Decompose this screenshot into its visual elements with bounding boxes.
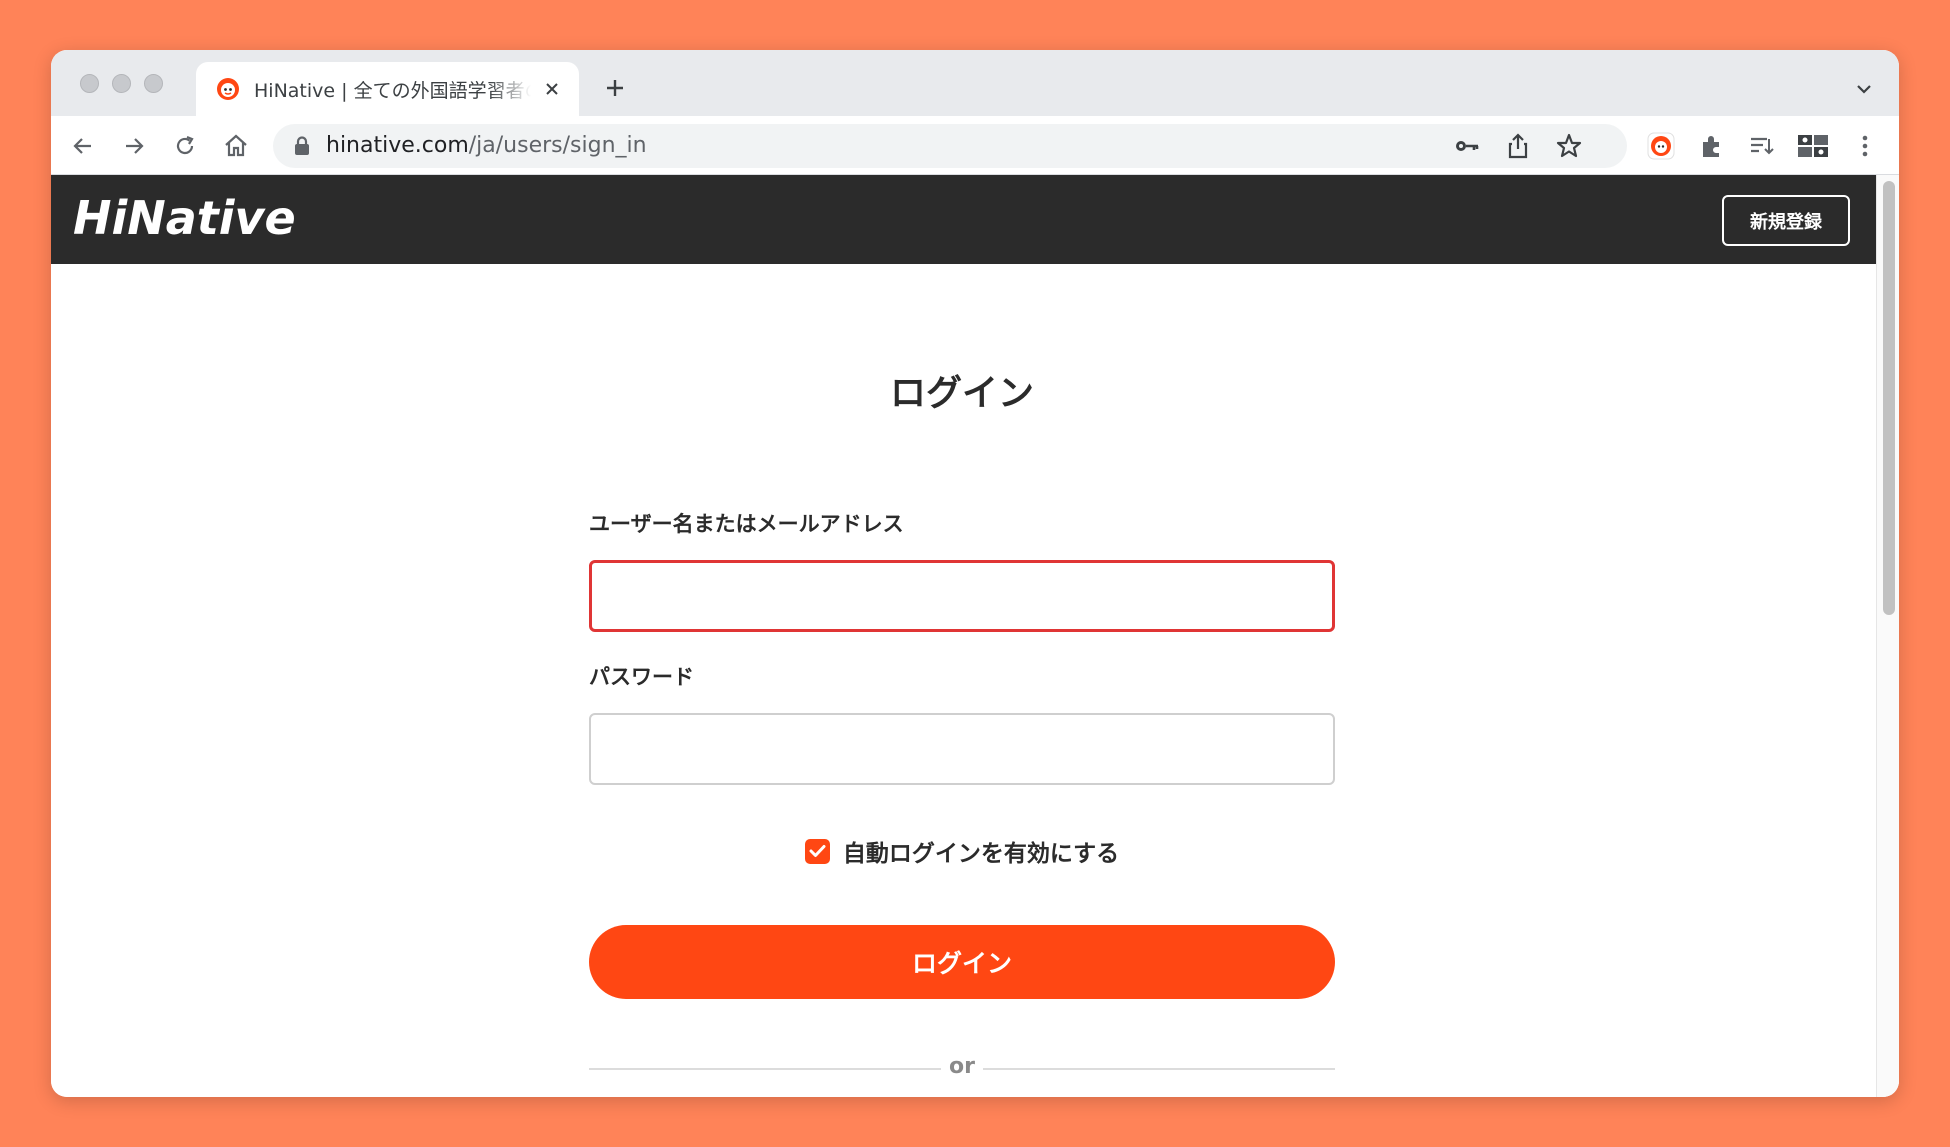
home-icon[interactable] <box>220 130 252 162</box>
lock-icon <box>295 136 309 155</box>
login-button[interactable]: ログイン <box>589 925 1335 999</box>
address-bar[interactable]: hinative.com/ja/users/sign_in <box>273 124 1627 168</box>
tab-strip: HiNative | 全ての外国語学習者のた <box>51 50 1899 116</box>
username-input[interactable] <box>589 560 1335 632</box>
maximize-window-button[interactable] <box>144 74 163 93</box>
active-tab[interactable]: HiNative | 全ての外国語学習者のた <box>196 62 579 116</box>
back-icon[interactable] <box>67 130 99 162</box>
profile-icon[interactable] <box>1797 130 1829 162</box>
site-logo[interactable]: HiNative <box>73 191 296 245</box>
or-divider: or <box>589 1054 1335 1084</box>
close-window-button[interactable] <box>80 74 99 93</box>
site-header: HiNative 新規登録 <box>51 175 1876 264</box>
browser-window: HiNative | 全ての外国語学習者のた <box>51 50 1899 1097</box>
forward-icon[interactable] <box>118 130 150 162</box>
key-icon[interactable] <box>1453 132 1481 160</box>
hinative-favicon-icon <box>217 78 239 100</box>
tab-title: HiNative | 全ての外国語学習者のた <box>254 79 531 102</box>
page-viewport: HiNative 新規登録 ログイン ユーザー名またはメールアドレス パスワード… <box>51 175 1899 1097</box>
login-form: ログイン ユーザー名またはメールアドレス パスワード 自動ログインを有効にする … <box>589 264 1335 1097</box>
tab-close-icon[interactable] <box>541 78 563 100</box>
minimize-window-button[interactable] <box>112 74 131 93</box>
password-label: パスワード <box>589 665 694 689</box>
divider-line-right <box>983 1068 1335 1070</box>
star-icon[interactable] <box>1555 132 1583 160</box>
url-path: /ja/users/sign_in <box>468 133 647 158</box>
reload-icon[interactable] <box>169 130 201 162</box>
extensions-icon[interactable] <box>1696 130 1728 162</box>
username-label: ユーザー名またはメールアドレス <box>589 512 904 536</box>
divider-text: or <box>949 1054 975 1079</box>
window-controls <box>80 74 163 93</box>
page-scrollbar[interactable] <box>1876 175 1899 1097</box>
chevron-down-icon[interactable] <box>1851 76 1877 102</box>
share-icon[interactable] <box>1504 132 1532 160</box>
page-title: ログイン <box>889 373 1034 414</box>
signup-button[interactable]: 新規登録 <box>1722 195 1850 246</box>
browser-toolbar: hinative.com/ja/users/sign_in <box>51 116 1899 175</box>
remember-me-label: 自動ログインを有効にする <box>842 841 1120 867</box>
url-host: hinative.com <box>326 133 469 158</box>
reading-list-icon[interactable] <box>1746 130 1778 162</box>
new-tab-icon[interactable] <box>599 72 631 104</box>
remember-me-checkbox[interactable] <box>804 838 830 864</box>
password-input[interactable] <box>589 713 1335 785</box>
url-text: hinative.com/ja/users/sign_in <box>326 133 647 158</box>
remember-me-row[interactable]: 自動ログインを有効にする <box>589 834 1335 868</box>
scrollbar-thumb[interactable] <box>1883 181 1895 615</box>
menu-icon[interactable] <box>1849 130 1881 162</box>
checkmark-icon <box>809 845 826 857</box>
hinative-extension-icon[interactable] <box>1645 130 1677 162</box>
